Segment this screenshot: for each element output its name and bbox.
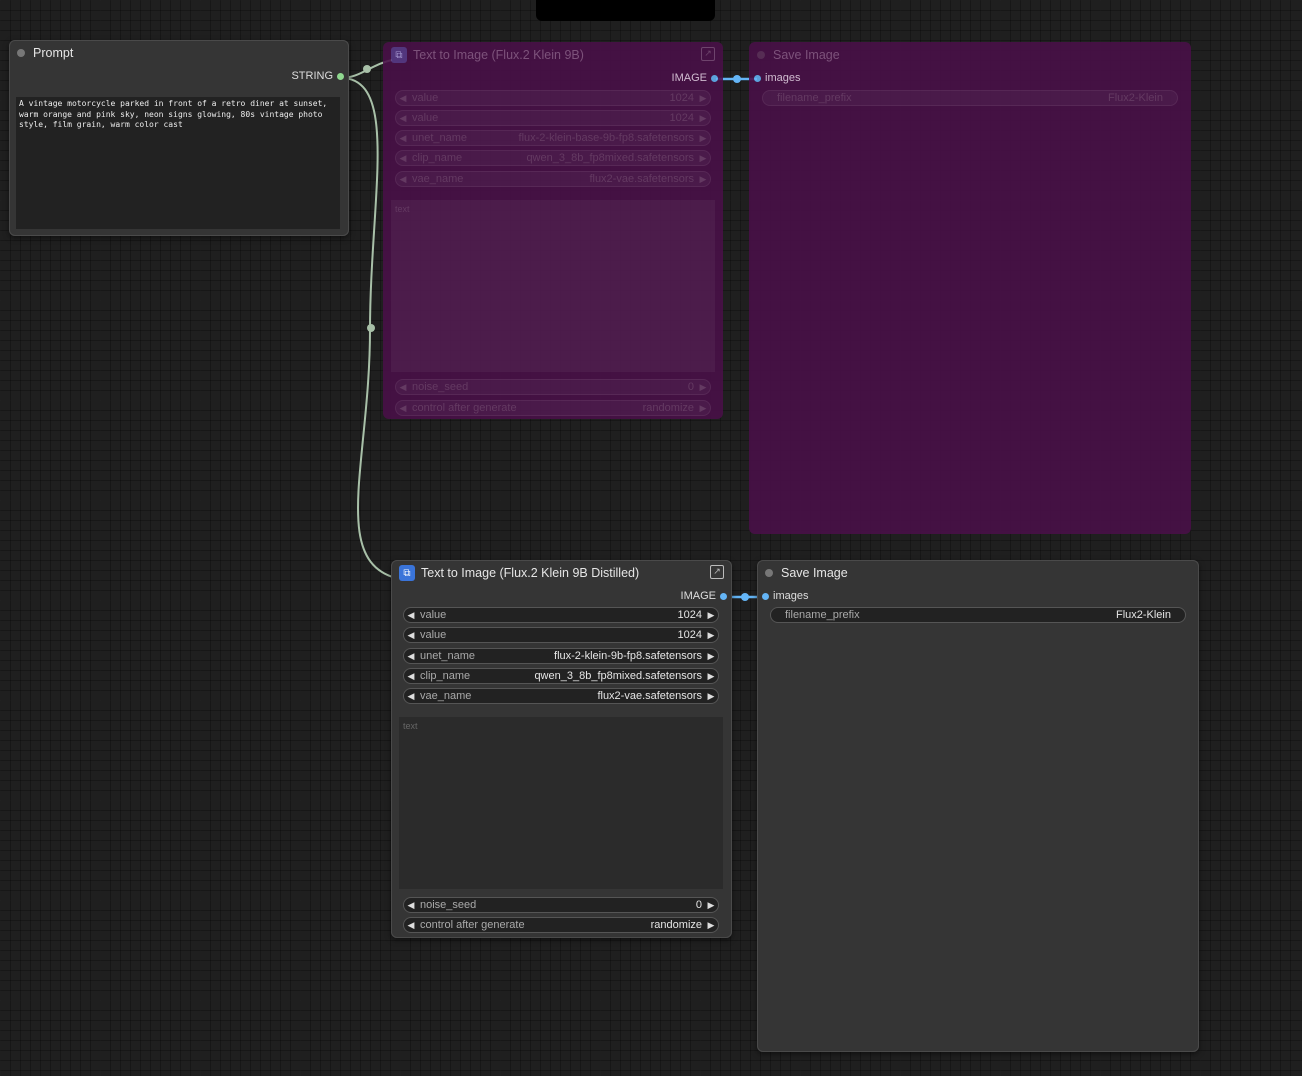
arrow-right-icon[interactable]: ▶	[704, 610, 718, 621]
output-row: STRING	[9, 66, 349, 86]
input-row: images	[757, 586, 1199, 606]
output-label: IMAGE	[680, 590, 716, 602]
vae-name-widget[interactable]: ◀ vae_name flux2-vae.safetensors ▶	[403, 688, 719, 704]
link-reroute-dot[interactable]	[367, 324, 375, 332]
input-row: images	[749, 68, 1191, 88]
node-title: Prompt	[33, 46, 74, 60]
arrow-right-icon[interactable]: ▶	[704, 651, 718, 662]
output-slot-image[interactable]	[711, 75, 718, 82]
arrow-right-icon[interactable]: ▶	[696, 113, 710, 124]
text-input-placeholder: text	[403, 721, 418, 731]
arrow-left-icon[interactable]: ◀	[396, 153, 410, 164]
unet-name-widget[interactable]: ◀ unet_name flux-2-klein-9b-fp8.safetens…	[403, 648, 719, 664]
arrow-left-icon[interactable]: ◀	[404, 610, 418, 621]
link-reroute-dot[interactable]	[363, 65, 371, 73]
node-title-bar[interactable]: Prompt	[9, 40, 349, 66]
expand-icon[interactable]: ↗	[710, 565, 724, 579]
collapse-dot-icon[interactable]	[765, 569, 773, 577]
output-label: IMAGE	[671, 72, 707, 84]
clip-name-widget[interactable]: ◀ clip_name qwen_3_8b_fp8mixed.safetenso…	[403, 668, 719, 684]
arrow-left-icon[interactable]: ◀	[404, 900, 418, 911]
prompt-textarea[interactable]: A vintage motorcycle parked in front of …	[16, 97, 340, 229]
filename-prefix-widget[interactable]: filename_prefix Flux2-Klein	[770, 607, 1186, 623]
arrow-left-icon[interactable]: ◀	[404, 691, 418, 702]
arrow-left-icon[interactable]: ◀	[396, 174, 410, 185]
arrow-right-icon[interactable]: ▶	[696, 93, 710, 104]
arrow-left-icon[interactable]: ◀	[396, 382, 410, 393]
link-reroute-dot[interactable]	[741, 593, 749, 601]
arrow-left-icon[interactable]: ◀	[404, 651, 418, 662]
node-title-bar[interactable]: Save Image	[757, 560, 1199, 586]
arrow-right-icon[interactable]: ▶	[696, 133, 710, 144]
output-slot-image[interactable]	[720, 593, 727, 600]
node-title: Save Image	[781, 566, 848, 580]
control-after-generate-widget[interactable]: ◀ control after generate randomize ▶	[403, 917, 719, 933]
arrow-left-icon[interactable]: ◀	[396, 403, 410, 414]
arrow-left-icon[interactable]: ◀	[404, 920, 418, 931]
subgraph-icon: ⧉	[399, 565, 415, 581]
node-title: Text to Image (Flux.2 Klein 9B Distilled…	[421, 566, 640, 580]
save-image-bypassed-node[interactable]: Save Image images filename_prefix Flux2-…	[749, 42, 1191, 534]
link-reroute-dot[interactable]	[733, 75, 741, 83]
arrow-left-icon[interactable]: ◀	[404, 671, 418, 682]
save-image-node[interactable]: Save Image images filename_prefix Flux2-…	[757, 560, 1199, 1052]
t2i-distilled-node[interactable]: ⧉ Text to Image (Flux.2 Klein 9B Distill…	[391, 560, 732, 938]
output-row: IMAGE	[383, 68, 723, 88]
arrow-right-icon[interactable]: ▶	[696, 403, 710, 414]
arrow-right-icon[interactable]: ▶	[704, 900, 718, 911]
width-widget[interactable]: ◀ value 1024 ▶	[403, 607, 719, 623]
output-label: STRING	[291, 70, 333, 82]
output-slot-string[interactable]	[337, 73, 344, 80]
prompt-node[interactable]: Prompt STRING A vintage motorcycle parke…	[9, 40, 349, 236]
text-input[interactable]: text	[399, 717, 723, 889]
clip-name-widget[interactable]: ◀ clip_name qwen_3_8b_fp8mixed.safetenso…	[395, 150, 711, 166]
collapse-dot-icon[interactable]	[17, 49, 25, 57]
width-widget[interactable]: ◀ value 1024 ▶	[395, 90, 711, 106]
node-title: Text to Image (Flux.2 Klein 9B)	[413, 48, 584, 62]
arrow-left-icon[interactable]: ◀	[396, 93, 410, 104]
input-label: images	[773, 590, 809, 602]
collapse-dot-icon[interactable]	[757, 51, 765, 59]
text-input-placeholder: text	[395, 204, 410, 214]
arrow-right-icon[interactable]: ▶	[696, 174, 710, 185]
arrow-right-icon[interactable]: ▶	[704, 691, 718, 702]
control-after-generate-widget[interactable]: ◀ control after generate randomize ▶	[395, 400, 711, 416]
noise-seed-widget[interactable]: ◀ noise_seed 0 ▶	[403, 897, 719, 913]
height-widget[interactable]: ◀ value 1024 ▶	[395, 110, 711, 126]
node-title-bar[interactable]: ⧉ Text to Image (Flux.2 Klein 9B) ↗	[383, 42, 723, 68]
expand-icon[interactable]: ↗	[701, 47, 715, 61]
node-title: Save Image	[773, 48, 840, 62]
node-title-bar[interactable]: ⧉ Text to Image (Flux.2 Klein 9B Distill…	[391, 560, 732, 586]
vae-name-widget[interactable]: ◀ vae_name flux2-vae.safetensors ▶	[395, 171, 711, 187]
subgraph-icon: ⧉	[391, 47, 407, 63]
arrow-right-icon[interactable]: ▶	[704, 671, 718, 682]
height-widget[interactable]: ◀ value 1024 ▶	[403, 627, 719, 643]
arrow-right-icon[interactable]: ▶	[704, 920, 718, 931]
noise-seed-widget[interactable]: ◀ noise_seed 0 ▶	[395, 379, 711, 395]
input-slot-images[interactable]	[762, 593, 769, 600]
unet-name-widget[interactable]: ◀ unet_name flux-2-klein-base-9b-fp8.saf…	[395, 130, 711, 146]
input-slot-images[interactable]	[754, 75, 761, 82]
arrow-right-icon[interactable]: ▶	[696, 153, 710, 164]
text-input[interactable]: text	[391, 200, 715, 372]
t2i-bypassed-node[interactable]: ⧉ Text to Image (Flux.2 Klein 9B) ↗ IMAG…	[383, 42, 723, 419]
arrow-right-icon[interactable]: ▶	[704, 630, 718, 641]
arrow-left-icon[interactable]: ◀	[404, 630, 418, 641]
arrow-right-icon[interactable]: ▶	[696, 382, 710, 393]
arrow-left-icon[interactable]: ◀	[396, 133, 410, 144]
filename-prefix-widget[interactable]: filename_prefix Flux2-Klein	[762, 90, 1178, 106]
output-row: IMAGE	[391, 586, 732, 606]
input-label: images	[765, 72, 801, 84]
node-title-bar[interactable]: Save Image	[749, 42, 1191, 68]
arrow-left-icon[interactable]: ◀	[396, 113, 410, 124]
